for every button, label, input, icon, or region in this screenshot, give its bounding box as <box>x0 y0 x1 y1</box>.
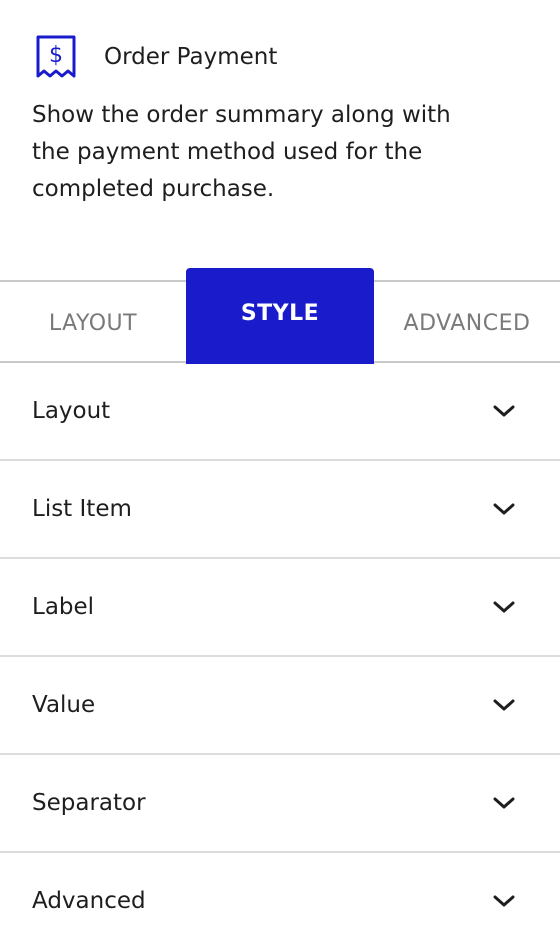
panel-label: Advanced <box>32 888 146 914</box>
receipt-dollar-icon: $ <box>36 35 76 78</box>
tab-style[interactable]: STYLE <box>186 268 374 364</box>
panel-advanced[interactable]: Advanced <box>0 853 560 949</box>
panel-list-item[interactable]: List Item <box>0 461 560 559</box>
panel-label: Separator <box>32 790 146 816</box>
block-title: Order Payment <box>104 44 278 70</box>
panel-label: List Item <box>32 496 132 522</box>
tab-layout-label: LAYOUT <box>48 311 138 336</box>
svg-text:$: $ <box>49 43 63 68</box>
chevron-down-icon <box>493 699 515 711</box>
settings-panels: Layout List Item Label Value Separator A… <box>0 363 560 949</box>
panel-label: Label <box>32 594 95 620</box>
panel-separator[interactable]: Separator <box>0 755 560 853</box>
panel-label-style[interactable]: Label <box>0 559 560 657</box>
panel-label: Layout <box>32 398 111 424</box>
inspector-tabs: LAYOUT STYLE ADVANCED <box>0 268 560 364</box>
tab-advanced-label: ADVANCED <box>403 311 531 336</box>
chevron-down-icon <box>493 503 515 515</box>
block-description: Show the order summary along with the pa… <box>32 102 451 202</box>
panel-layout[interactable]: Layout <box>0 363 560 461</box>
chevron-down-icon <box>493 405 515 417</box>
block-card: $ Order Payment Show the order summary a… <box>0 0 560 270</box>
tab-advanced[interactable]: ADVANCED <box>374 282 560 361</box>
tab-layout[interactable]: LAYOUT <box>0 282 186 361</box>
panel-label: Value <box>32 692 96 718</box>
chevron-down-icon <box>493 895 515 907</box>
chevron-down-icon <box>493 601 515 613</box>
chevron-down-icon <box>493 797 515 809</box>
tab-style-label: STYLE <box>240 301 320 326</box>
panel-value[interactable]: Value <box>0 657 560 755</box>
